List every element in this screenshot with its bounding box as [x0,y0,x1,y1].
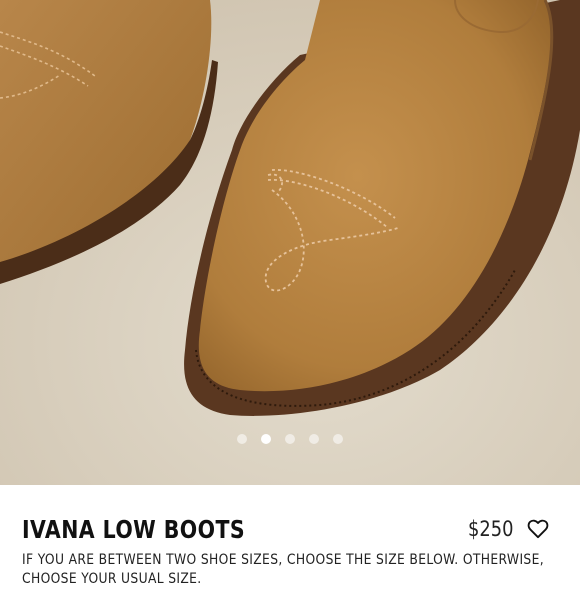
product-photo [0,0,580,485]
gallery-dot[interactable] [309,434,319,444]
product-image-gallery[interactable] [0,0,580,485]
product-title: IVANA LOW BOOTS [22,515,246,544]
gallery-dot[interactable] [333,434,343,444]
gallery-pagination [0,434,580,444]
size-guidance-text: IF YOU ARE BETWEEN TWO SHOE SIZES, CHOOS… [22,552,545,587]
heart-outline-icon[interactable] [527,519,549,539]
gallery-dot[interactable] [261,434,271,444]
product-price: $250 [468,517,514,541]
gallery-dot[interactable] [285,434,295,444]
gallery-dot[interactable] [237,434,247,444]
product-info: IVANA LOW BOOTS $250 IF YOU ARE BETWEEN … [0,485,580,587]
